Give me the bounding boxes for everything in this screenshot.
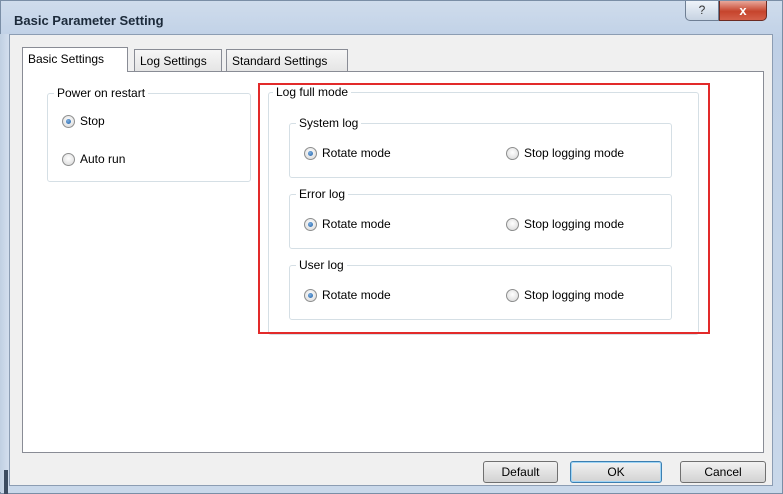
power-on-restart-group: Power on restart Stop Auto run <box>47 86 251 182</box>
radio-auto-run-indicator[interactable] <box>62 152 75 166</box>
window-edge-mark <box>4 470 8 494</box>
power-on-restart-legend: Power on restart <box>54 86 149 100</box>
window-left-edge <box>0 34 9 492</box>
title-bar[interactable]: Basic Parameter Setting ? x <box>1 1 782 35</box>
window-title: Basic Parameter Setting <box>14 13 164 28</box>
log-full-mode-highlight-box <box>258 83 710 334</box>
radio-stop[interactable]: Stop <box>62 114 105 128</box>
help-button[interactable]: ? <box>685 1 719 21</box>
tab-standard-settings[interactable]: Standard Settings <box>226 49 348 71</box>
radio-auto-run-label: Auto run <box>80 152 126 166</box>
ok-button[interactable]: OK <box>570 461 662 483</box>
radio-stop-indicator[interactable] <box>62 114 75 128</box>
tab-basic-settings[interactable]: Basic Settings <box>22 47 128 72</box>
radio-auto-run[interactable]: Auto run <box>62 152 125 166</box>
close-button[interactable]: x <box>719 1 767 21</box>
default-button[interactable]: Default <box>483 461 558 483</box>
cancel-button[interactable]: Cancel <box>680 461 766 483</box>
radio-stop-label: Stop <box>80 114 105 128</box>
tab-log-settings[interactable]: Log Settings <box>134 49 222 71</box>
